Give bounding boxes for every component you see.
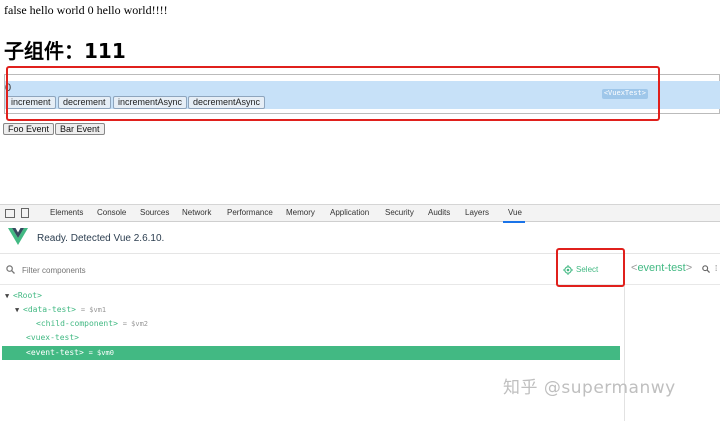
tab-console[interactable]: Console (97, 208, 126, 217)
vm-reference: = $vm1 (80, 306, 107, 314)
tree-node-root[interactable]: ▼ <Root> (2, 289, 620, 303)
expand-arrow-icon[interactable]: ▼ (5, 289, 13, 303)
tree-node-event-test[interactable]: <event-test> = $vm0 (2, 346, 620, 360)
tree-node-label: <Root> (13, 291, 42, 300)
tree-node-child-component[interactable]: <child-component> = $vm2 (2, 317, 620, 331)
tab-audits[interactable]: Audits (428, 208, 450, 217)
vue-logo-icon (8, 228, 28, 245)
tab-security[interactable]: Security (385, 208, 414, 217)
tree-node-label: <data-test> (23, 305, 76, 314)
vm-reference: = $vm2 (122, 320, 149, 328)
annotation-box-select (556, 248, 625, 287)
tree-node-data-test[interactable]: ▼ <data-test> = $vm1 (2, 303, 620, 317)
inspector-search-icon[interactable] (702, 265, 710, 273)
ready-status-text: Ready. Detected Vue 2.6.10. (37, 233, 165, 244)
tab-performance[interactable]: Performance (227, 208, 273, 217)
tab-sources[interactable]: Sources (140, 208, 169, 217)
vm-reference: = $vm0 (88, 349, 114, 357)
tree-node-label: <vuex-test> (26, 333, 79, 342)
tab-network[interactable]: Network (182, 208, 211, 217)
inspector-more-icon[interactable]: ⁞ (715, 264, 717, 273)
pane-divider[interactable] (624, 286, 625, 421)
annotation-box-component (6, 66, 660, 121)
child-component-heading: 子组件：111 (4, 39, 126, 63)
inspect-element-icon[interactable] (5, 209, 15, 218)
filter-components-input[interactable] (22, 263, 222, 277)
tree-node-label: <event-test> (26, 348, 84, 357)
tab-application[interactable]: Application (330, 208, 369, 217)
status-line: false hello world 0 hello world!!!! (4, 3, 168, 17)
expand-arrow-icon[interactable]: ▼ (15, 303, 23, 317)
inspected-component-title: <event-test> (631, 262, 693, 274)
tab-memory[interactable]: Memory (286, 208, 315, 217)
tab-layers[interactable]: Layers (465, 208, 489, 217)
search-icon (6, 265, 15, 274)
watermark-text: 知乎 @supermanwy (503, 378, 676, 398)
tab-elements[interactable]: Elements (50, 208, 83, 217)
inspected-component-name: event-test (637, 262, 686, 274)
tree-node-label: <child-component> (36, 319, 118, 328)
foo-event-button[interactable]: Foo Event (3, 123, 55, 135)
tree-node-vuex-test[interactable]: <vuex-test> (2, 331, 620, 345)
tab-vue[interactable]: Vue (508, 208, 522, 217)
bar-event-button[interactable]: Bar Event (55, 123, 105, 135)
device-toolbar-icon[interactable] (21, 208, 29, 218)
devtools-tab-bar: Elements Console Sources Network Perform… (0, 204, 720, 223)
